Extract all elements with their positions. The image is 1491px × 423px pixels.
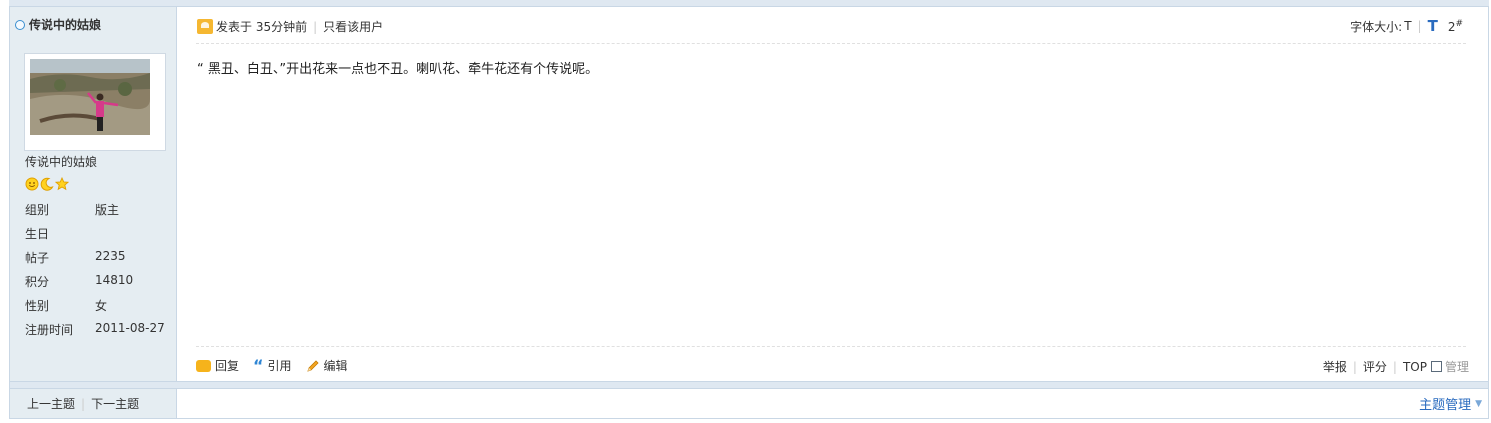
report-link[interactable]: 举报: [1323, 358, 1347, 375]
info-key: 注册时间: [25, 323, 74, 337]
edit-button[interactable]: 编辑: [306, 357, 348, 374]
author-name[interactable]: 传说中的姑娘: [25, 153, 97, 170]
thread-nav: 上一主题 | 下一主题: [27, 395, 139, 412]
author-name-head[interactable]: 传说中的姑娘: [29, 16, 101, 33]
reply-button[interactable]: 回复: [196, 357, 239, 374]
thread-manage-menu[interactable]: 主题管理 ▼: [1419, 394, 1482, 413]
pencil-icon: [306, 359, 319, 372]
font-divider: |: [1417, 19, 1422, 33]
action-divider: |: [1352, 359, 1357, 374]
star-icon: [55, 177, 69, 191]
author-sidebar: 传说中的姑娘 传说中的姑娘 组别 版主 生日 帖子 2235 积分 14810 …: [10, 7, 177, 381]
top-link[interactable]: TOP: [1403, 360, 1427, 374]
rank-badges: [25, 177, 69, 191]
info-row-gender: 性别 女: [25, 297, 107, 314]
prev-thread-link[interactable]: 上一主题: [27, 397, 75, 411]
action-divider: |: [1392, 359, 1397, 374]
edit-label: 编辑: [323, 359, 348, 373]
info-value: 女: [95, 299, 108, 313]
info-value[interactable]: 2235: [95, 249, 126, 266]
floor-number[interactable]: 2#: [1448, 19, 1463, 34]
info-value: 版主: [95, 203, 120, 217]
info-key: 积分: [25, 275, 50, 289]
font-size-control: 字体大小: T | T 2#: [1350, 17, 1463, 35]
info-row-posts: 帖子 2235: [25, 249, 126, 266]
info-key: 帖子: [25, 251, 50, 265]
manage-checkbox[interactable]: [1430, 361, 1442, 372]
top-divider: [9, 0, 1489, 7]
post-meta: 发表于 35分钟前 | 只看该用户: [197, 18, 383, 35]
thread-manage-label: 主题管理: [1419, 398, 1472, 413]
post-footer-divider: [10, 381, 1488, 389]
online-status-icon: [15, 19, 25, 30]
info-key: 性别: [25, 299, 50, 313]
reply-label: 回复: [215, 359, 240, 373]
only-this-user-link[interactable]: 只看该用户: [323, 18, 383, 35]
moon-icon: [40, 177, 54, 191]
meta-divider: |: [313, 19, 318, 34]
quote-icon: “: [253, 355, 264, 375]
content-divider: [196, 346, 1466, 347]
info-row-points: 积分 14810: [25, 273, 133, 290]
info-row-birthday: 生日: [25, 225, 95, 242]
font-small-button[interactable]: T: [1404, 19, 1411, 33]
nav-divider: |: [81, 397, 86, 411]
posted-time: 发表于 35分钟前: [216, 20, 308, 34]
info-value: 14810: [95, 273, 134, 287]
info-value: 2011-08-27: [95, 321, 165, 335]
info-row-group: 组别 版主: [25, 201, 119, 218]
rate-link[interactable]: 评分: [1363, 358, 1387, 375]
info-key: 组别: [25, 203, 50, 217]
floor-mark: #: [1455, 18, 1463, 29]
chevron-down-icon: ▼: [1475, 398, 1482, 409]
author-header[interactable]: 传说中的姑娘: [15, 16, 101, 33]
info-row-registered: 注册时间 2011-08-27: [25, 321, 165, 338]
post-actions: 回复 “ 引用 编辑: [196, 357, 362, 374]
font-size-label: 字体大小:: [1350, 19, 1403, 34]
quote-button[interactable]: “ 引用: [253, 357, 292, 374]
quote-label: 引用: [267, 359, 292, 373]
post-admin-actions: 举报 | 评分 | TOP 管理: [1323, 358, 1469, 375]
smiley-icon: [25, 177, 39, 191]
manage-label: 管理: [1444, 360, 1469, 374]
next-thread-link[interactable]: 下一主题: [91, 397, 139, 411]
reply-icon: [196, 359, 211, 372]
post-content: “ 黑丑、白丑、”开出花来一点也不丑。喇叭花、牵牛花还有个传说呢。: [197, 62, 599, 77]
font-large-button[interactable]: T: [1428, 17, 1438, 35]
user-post-icon: [197, 19, 213, 34]
avatar-photo-icon: [30, 59, 150, 135]
avatar-image: [30, 59, 150, 135]
info-key: 生日: [25, 227, 50, 241]
header-divider: [196, 43, 1466, 44]
avatar[interactable]: [24, 53, 166, 151]
